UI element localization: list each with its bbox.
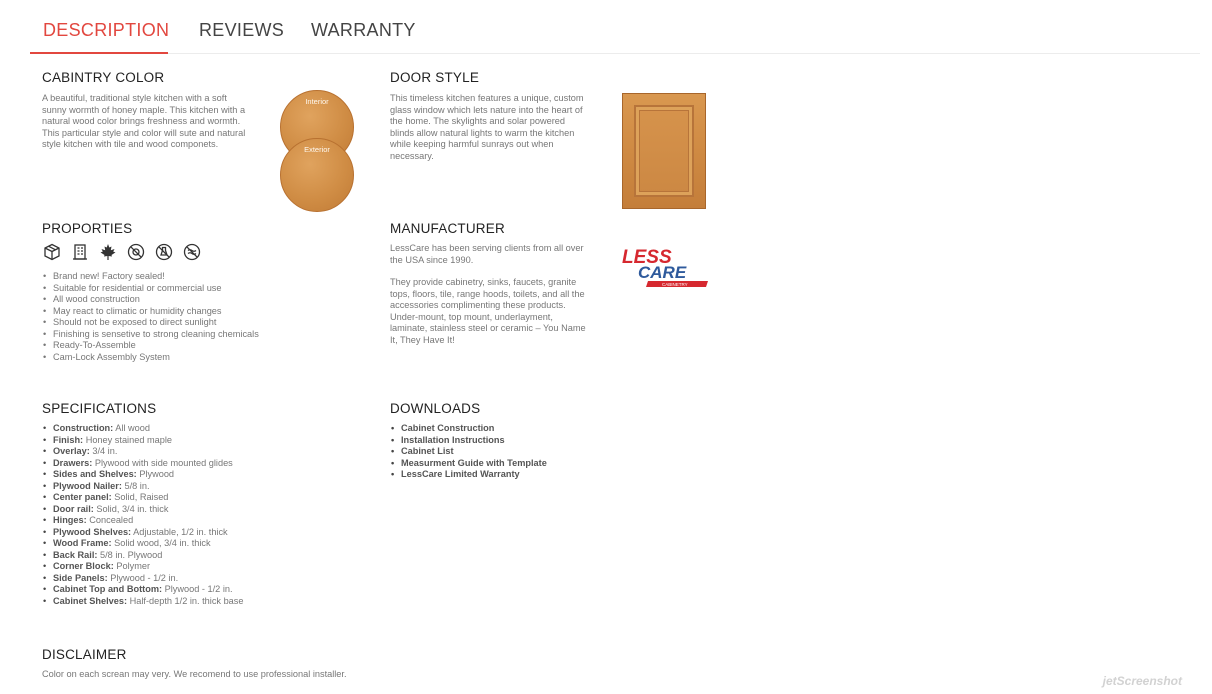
spec-item: Door rail: Solid, 3/4 in. thick xyxy=(42,504,244,516)
spec-item: Wood Frame: Solid wood, 3/4 in. thick xyxy=(42,538,244,550)
active-tab-indicator xyxy=(30,52,168,54)
list-item: Suitable for residential or commercial u… xyxy=(42,283,259,295)
spec-item: Side Panels: Plywood - 1/2 in. xyxy=(42,573,244,585)
properties-icons xyxy=(42,242,201,261)
tab-bar: DESCRIPTION REVIEWS WARRANTY xyxy=(30,0,1200,54)
list-item: All wood construction xyxy=(42,294,259,306)
download-link-measurement-guide[interactable]: Measurment Guide with Template xyxy=(390,458,547,470)
download-link-limited-warranty[interactable]: LessCare Limited Warranty xyxy=(390,469,547,481)
spec-item: Overlay: 3/4 in. xyxy=(42,446,244,458)
disclaimer-title: DISCLAIMER xyxy=(42,647,127,662)
manufacturer-title: MANUFACTURER xyxy=(390,221,505,236)
list-item: May react to climatic or humidity change… xyxy=(42,306,259,318)
door-style-title: DOOR STYLE xyxy=(390,70,480,85)
package-icon xyxy=(42,242,61,261)
cabinetry-color-text: A beautiful, traditional style kitchen w… xyxy=(42,93,246,149)
manufacturer-text-intro: LessCare has been serving clients from a… xyxy=(390,243,584,265)
logo-subtext: CABINETRY xyxy=(662,282,688,287)
door-sample-image xyxy=(622,93,706,209)
spec-item: Hinges: Concealed xyxy=(42,515,244,527)
spec-item: Finish: Honey stained maple xyxy=(42,435,244,447)
tab-reviews[interactable]: REVIEWS xyxy=(199,20,284,41)
spec-item: Construction: All wood xyxy=(42,423,244,435)
spec-item: Center panel: Solid, Raised xyxy=(42,492,244,504)
watermark: jetScreenshot xyxy=(1102,674,1182,688)
spec-item: Plywood Nailer: 5/8 in. xyxy=(42,481,244,493)
exterior-label: Exterior xyxy=(304,145,330,154)
download-link-cabinet-construction[interactable]: Cabinet Construction xyxy=(390,423,547,435)
downloads-title: DOWNLOADS xyxy=(390,401,481,416)
spec-item: Drawers: Plywood with side mounted glide… xyxy=(42,458,244,470)
properties-title: PROPORTIES xyxy=(42,221,133,236)
tab-warranty[interactable]: WARRANTY xyxy=(311,20,416,41)
no-chemicals-icon xyxy=(154,242,173,261)
disclaimer-text: Color on each screan may very. We recome… xyxy=(42,669,347,679)
list-item: Cam-Lock Assembly System xyxy=(42,352,259,364)
list-item: Finishing is sensetive to strong cleanin… xyxy=(42,329,259,341)
building-icon xyxy=(70,242,89,261)
maple-leaf-icon xyxy=(98,242,117,261)
list-item: Ready-To-Assemble xyxy=(42,340,259,352)
lesscare-logo: LESS CARE CABINETRY xyxy=(622,247,708,287)
specifications-list: Construction: All wood Finish: Honey sta… xyxy=(42,423,244,607)
spec-item: Sides and Shelves: Plywood xyxy=(42,469,244,481)
spec-item: Back Rail: 5/8 in. Plywood xyxy=(42,550,244,562)
download-link-installation-instructions[interactable]: Installation Instructions xyxy=(390,435,547,447)
no-sun-icon xyxy=(126,242,145,261)
logo-text-bottom: CARE xyxy=(638,263,687,282)
spec-item: Cabinet Top and Bottom: Plywood - 1/2 in… xyxy=(42,584,244,596)
download-link-cabinet-list[interactable]: Cabinet List xyxy=(390,446,547,458)
cabinetry-color-title: CABINTRY COLOR xyxy=(42,70,165,85)
specifications-title: SPECIFICATIONS xyxy=(42,401,157,416)
list-item: Should not be exposed to direct sunlight xyxy=(42,317,259,329)
list-item: Brand new! Factory sealed! xyxy=(42,271,259,283)
spec-item: Corner Block: Polymer xyxy=(42,561,244,573)
exterior-swatch: Exterior xyxy=(280,138,354,212)
properties-list: Brand new! Factory sealed! Suitable for … xyxy=(42,271,259,363)
downloads-list: Cabinet Construction Installation Instru… xyxy=(390,423,547,481)
tab-description[interactable]: DESCRIPTION xyxy=(43,20,169,41)
spec-item: Plywood Shelves: Adjustable, 1/2 in. thi… xyxy=(42,527,244,539)
interior-label: Interior xyxy=(305,97,329,106)
no-humidity-icon xyxy=(182,242,201,261)
spec-item: Cabinet Shelves: Half-depth 1/2 in. thic… xyxy=(42,596,244,608)
manufacturer-text-details: They provide cabinetry, sinks, faucets, … xyxy=(390,277,586,345)
door-style-text: This timeless kitchen features a unique,… xyxy=(390,93,584,161)
